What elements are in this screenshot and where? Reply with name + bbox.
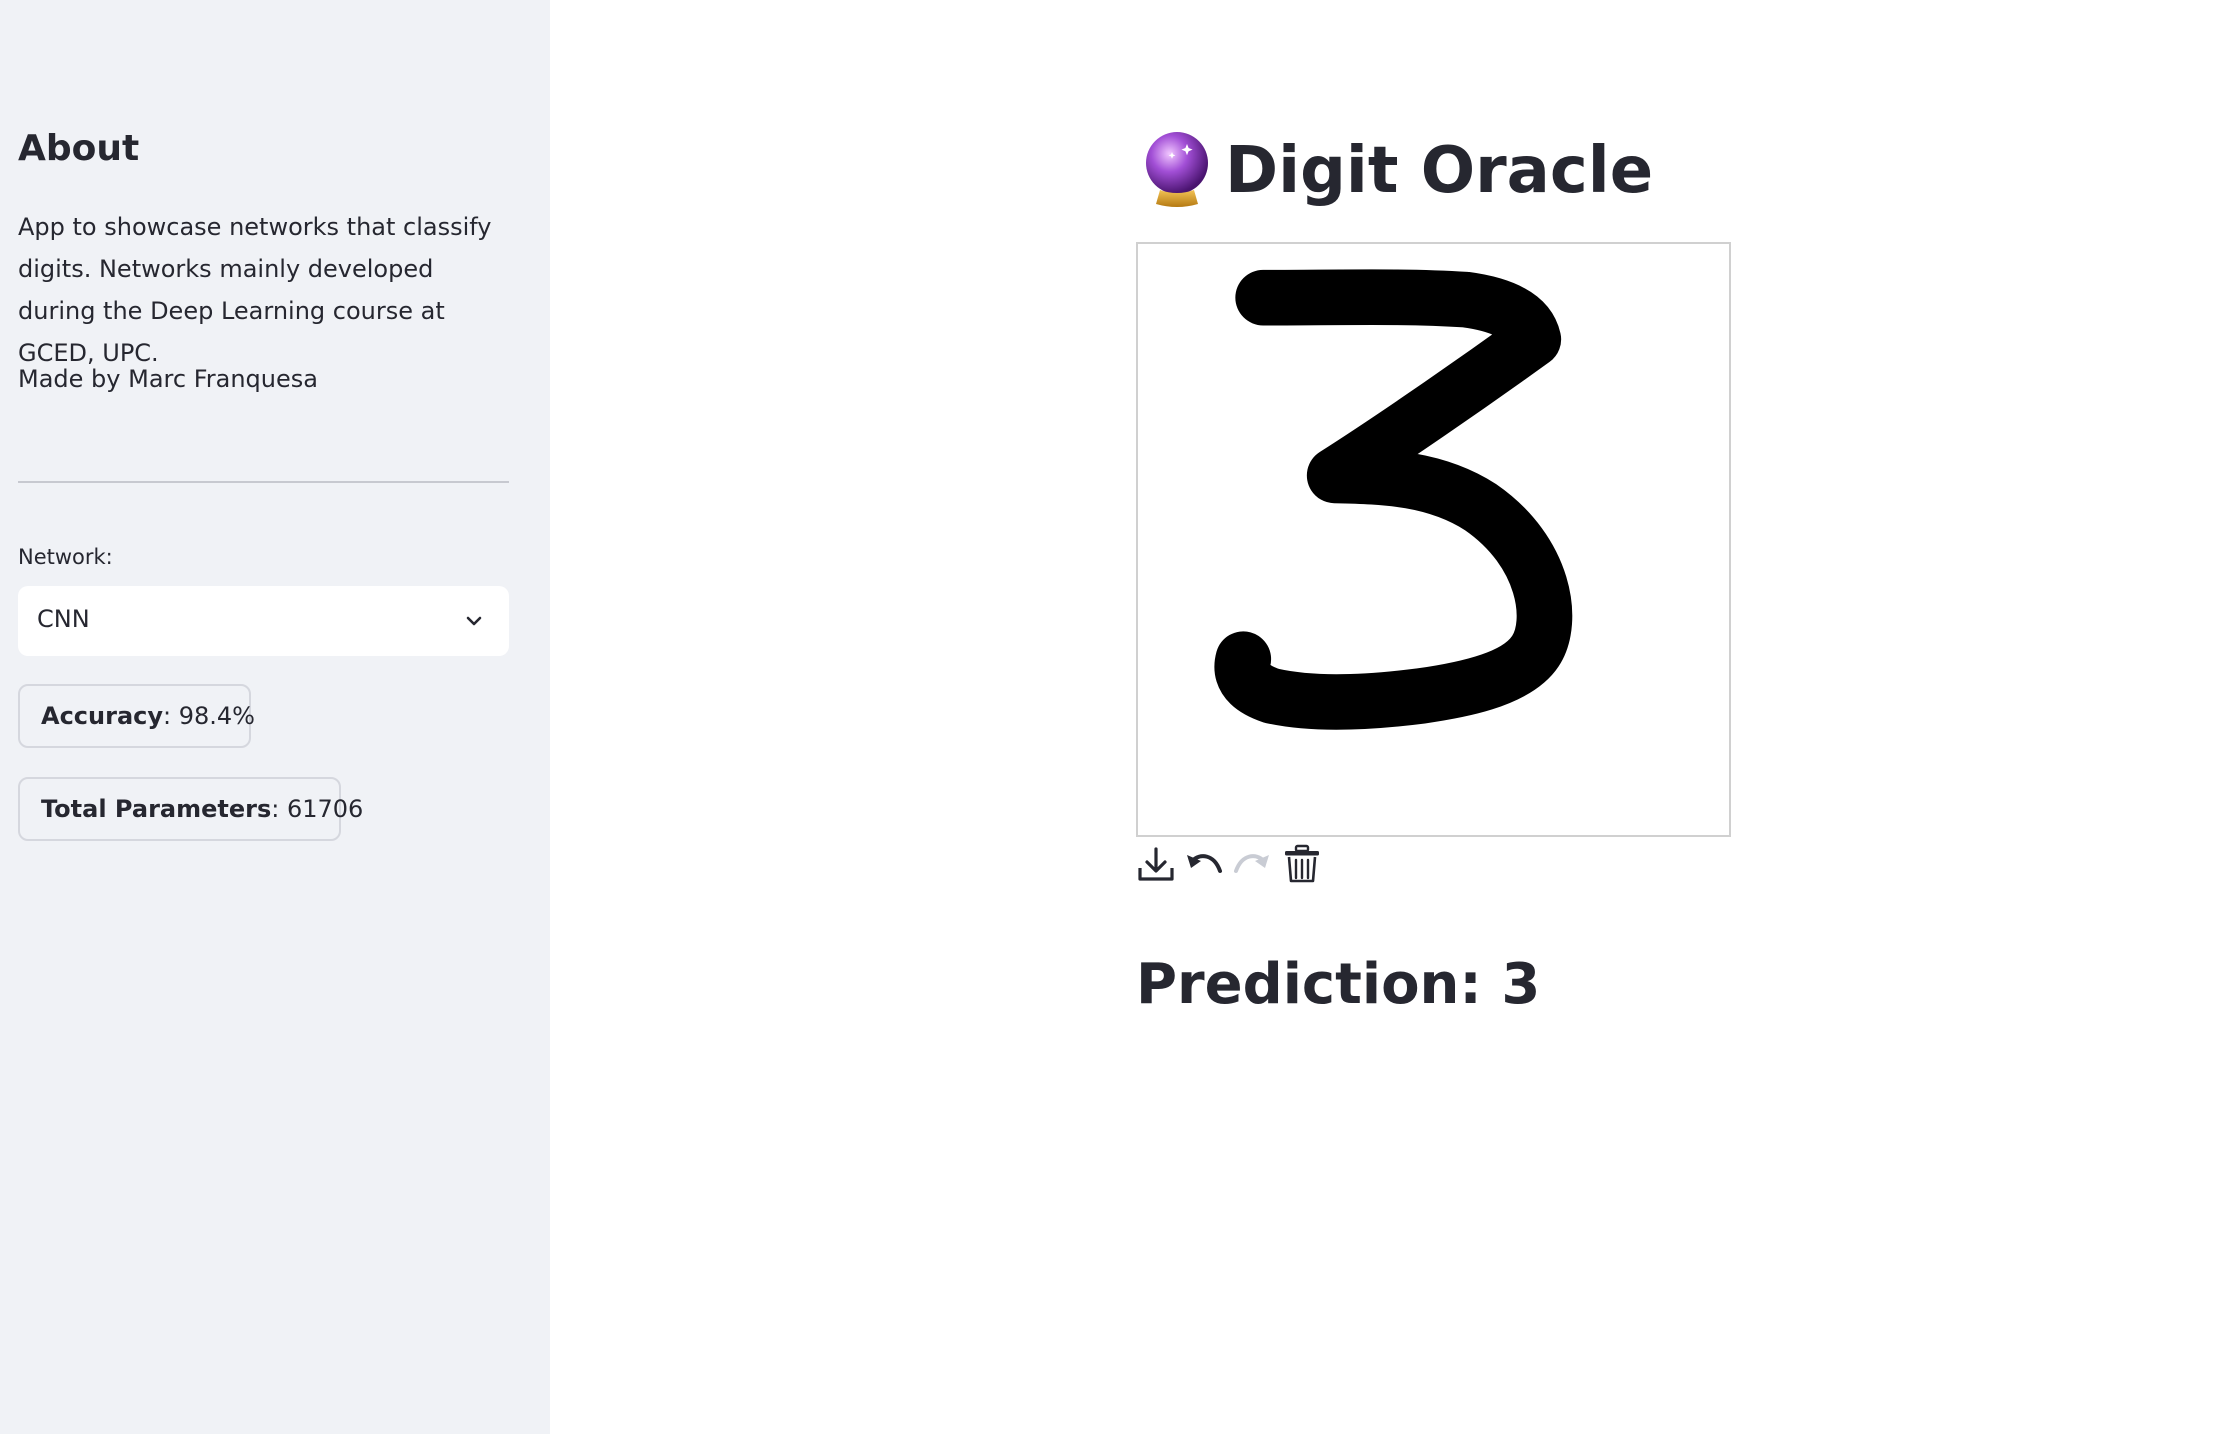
page-title: Digit Oracle <box>1225 134 1654 208</box>
undo-icon[interactable] <box>1184 844 1224 884</box>
sidebar-divider <box>18 481 509 483</box>
network-select-value: CNN <box>37 605 90 633</box>
accuracy-badge: Accuracy: 98.4% <box>18 684 255 748</box>
sidebar-heading: About <box>18 128 140 169</box>
crystal-ball-icon <box>1140 130 1214 208</box>
network-select-label: Network: <box>18 545 113 569</box>
prediction-value: 3 <box>1501 952 1541 1017</box>
app: About App to showcase networks that clas… <box>0 0 2232 1434</box>
accuracy-label: Accuracy <box>41 702 164 730</box>
download-icon[interactable] <box>1136 844 1176 884</box>
trash-icon[interactable] <box>1282 844 1322 884</box>
redo-icon[interactable] <box>1232 844 1272 884</box>
chevron-down-icon <box>463 610 485 632</box>
parameters-value: 61706 <box>286 795 364 823</box>
network-select[interactable]: CNN <box>18 586 509 656</box>
drawing-canvas[interactable] <box>1136 242 1731 837</box>
sidebar-description: App to showcase networks that classify d… <box>18 213 492 367</box>
sidebar: About App to showcase networks that clas… <box>0 0 550 1434</box>
parameters-badge: Total Parameters: 61706 <box>18 777 363 841</box>
drawn-digit <box>1214 269 1573 730</box>
prediction-label: Prediction: <box>1136 952 1482 1017</box>
sidebar-author: Made by Marc Franquesa <box>18 365 318 393</box>
parameters-label: Total Parameters <box>41 795 272 823</box>
prediction-heading: Prediction: 3 <box>1136 947 1540 1023</box>
accuracy-value: 98.4% <box>178 702 255 730</box>
